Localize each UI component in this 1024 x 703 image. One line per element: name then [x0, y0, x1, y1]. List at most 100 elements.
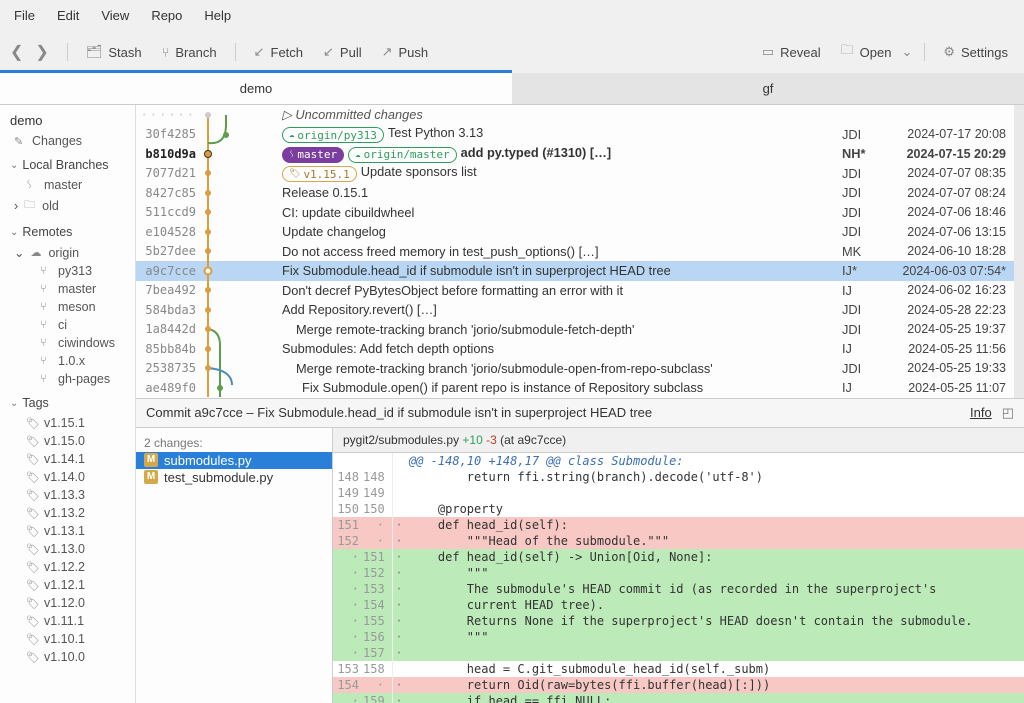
- tag-v1.10.1[interactable]: 🏷v1.10.1: [10, 630, 125, 648]
- remote-branch-10x[interactable]: ⑂1.0.x: [10, 352, 125, 370]
- diff-line: 154·· return Oid(raw=bytes(ffi.buffer(he…: [333, 677, 1024, 693]
- repo-tabs: demo gf: [0, 73, 1024, 105]
- tag-v1.14.0[interactable]: 🏷v1.14.0: [10, 468, 125, 486]
- remote-branch-py313[interactable]: ⑂py313: [10, 262, 125, 280]
- commit-hash: 2538735: [140, 361, 196, 375]
- nav-forward-icon[interactable]: ❯: [35, 42, 48, 62]
- tag-v1.13.2[interactable]: 🏷v1.13.2: [10, 504, 125, 522]
- diff-line: 153158 head = C.git_submodule_head_id(se…: [333, 661, 1024, 677]
- settings-button[interactable]: ⚙Settings: [937, 40, 1014, 64]
- popout-icon[interactable]: ◰: [1002, 405, 1014, 421]
- tag-v1.13.0[interactable]: 🏷v1.13.0: [10, 540, 125, 558]
- nav-back-icon[interactable]: ❮: [10, 42, 23, 62]
- remote-branch-master[interactable]: ⑂master: [10, 280, 125, 298]
- remotes-header[interactable]: ⌄Remotes: [10, 225, 125, 239]
- commit-hash: e104528: [140, 225, 196, 239]
- commit-row[interactable]: 5b27deeDo not access freed memory in tes…: [136, 242, 1014, 262]
- changed-files-list: 2 changes: Msubmodules.pyMtest_submodule…: [136, 428, 333, 703]
- tag-v1.13.1[interactable]: 🏷v1.13.1: [10, 522, 125, 540]
- commit-message: 🏷v1.15.1Update sponsors list: [282, 164, 834, 182]
- file-name: submodules.py: [164, 453, 251, 468]
- commit-row[interactable]: b810d9a ᛊmaster☁origin/masteradd py.typed…: [136, 144, 1014, 164]
- open-chevron-icon[interactable]: ⌄: [901, 44, 912, 60]
- sidebar-changes[interactable]: ✎Changes: [10, 132, 125, 150]
- file-item[interactable]: Mtest_submodule.py: [136, 469, 332, 486]
- tag-v1.15.1[interactable]: 🏷v1.15.1: [10, 414, 125, 432]
- remote-branch-ghpages[interactable]: ⑂gh-pages: [10, 370, 125, 388]
- tag-v1.11.1[interactable]: 🏷v1.11.1: [10, 612, 125, 630]
- commit-list: ······ ▷ Uncommitted changes 30f4285☁ori…: [136, 105, 1024, 398]
- menu-edit[interactable]: Edit: [57, 8, 79, 23]
- commit-row[interactable]: 7077d21🏷v1.15.1Update sponsors listJDI20…: [136, 164, 1014, 184]
- menu-view[interactable]: View: [101, 8, 129, 23]
- tag-v1.12.1[interactable]: 🏷v1.12.1: [10, 576, 125, 594]
- commit-row[interactable]: 511ccd9CI: update cibuildwheelJDI2024-07…: [136, 203, 1014, 223]
- reveal-button[interactable]: ▭Reveal: [756, 40, 827, 64]
- commit-row[interactable]: 584bda3Add Repository.revert() […]JDI202…: [136, 300, 1014, 320]
- file-item[interactable]: Msubmodules.py: [136, 452, 332, 469]
- commit-row[interactable]: 30f4285☁origin/py313Test Python 3.13JDI2…: [136, 125, 1014, 145]
- cloud-icon: ☁: [30, 246, 42, 259]
- info-link[interactable]: Info: [970, 405, 992, 420]
- remote-branch-meson[interactable]: ⑂meson: [10, 298, 125, 316]
- commit-hash: b810d9a: [140, 147, 196, 161]
- divider: [67, 43, 68, 61]
- stash-button[interactable]: 🗂Stash: [80, 40, 148, 64]
- cloud-icon: ☁: [355, 150, 360, 160]
- remote-branch-ciwindows[interactable]: ⑂ciwindows: [10, 334, 125, 352]
- tab-gf[interactable]: gf: [512, 73, 1024, 104]
- menu-help[interactable]: Help: [204, 8, 231, 23]
- tags-header[interactable]: ⌄Tags: [10, 396, 125, 410]
- commit-row[interactable]: 7bea492Don't decref PyBytesObject before…: [136, 281, 1014, 301]
- tag-v1.12.0[interactable]: 🏷v1.12.0: [10, 594, 125, 612]
- commit-author: IJ: [842, 283, 878, 298]
- commit-row[interactable]: 8427c85Release 0.15.1JDI2024-07-07 08:24: [136, 183, 1014, 203]
- tag-v1.15.0[interactable]: 🏷v1.15.0: [10, 432, 125, 450]
- commit-row[interactable]: e104528Update changelogJDI2024-07-06 13:…: [136, 222, 1014, 242]
- commit-author: IJ: [842, 341, 878, 356]
- fetch-button[interactable]: ↙Fetch: [248, 40, 309, 64]
- commit-row[interactable]: 2538735 Merge remote-tracking branch 'jor…: [136, 359, 1014, 379]
- tag-icon: 🏷: [26, 417, 38, 430]
- commit-author: JDI: [842, 185, 878, 200]
- tag-icon: 🏷: [26, 633, 38, 646]
- diff-line: 149149: [333, 485, 1024, 501]
- commit-date: 2024-05-28 22:23: [886, 303, 1006, 317]
- commit-row[interactable]: a9c7cceFix Submodule.head_id if submodul…: [136, 261, 1014, 281]
- remote-origin[interactable]: ⌄☁origin: [10, 243, 125, 262]
- commit-author: JDI: [842, 302, 878, 317]
- open-button[interactable]: 🗀Open: [835, 37, 898, 67]
- push-button[interactable]: ↗Push: [376, 40, 435, 64]
- tab-demo[interactable]: demo: [0, 70, 512, 104]
- commit-author: JDI: [842, 361, 878, 376]
- diff-line: 151·· def head_id(self):: [333, 517, 1024, 533]
- commit-message: Merge remote-tracking branch 'jorio/subm…: [282, 361, 834, 376]
- commit-message: ᛊmaster☁origin/masteradd py.typed (#1310…: [282, 145, 834, 163]
- commit-hash: 511ccd9: [140, 205, 196, 219]
- menu-file[interactable]: File: [14, 8, 35, 23]
- commit-row[interactable]: 85bb84bSubmodules: Add fetch depth optio…: [136, 339, 1014, 359]
- repo-name: demo: [10, 113, 125, 132]
- changes-count: 2 changes:: [136, 434, 332, 452]
- scrollbar[interactable]: [1016, 107, 1022, 217]
- branch-button[interactable]: ⑂Branch: [156, 41, 223, 64]
- remote-branch-ci[interactable]: ⑂ci: [10, 316, 125, 334]
- commit-row[interactable]: ae489f0Fix Submodule.open() if parent re…: [136, 378, 1014, 398]
- tag-v1.14.1[interactable]: 🏷v1.14.1: [10, 450, 125, 468]
- local-branches-header[interactable]: ⌄Local Branches: [10, 158, 125, 172]
- diff-body[interactable]: @@ -148,10 +148,17 @@ class Submodule:14…: [333, 453, 1024, 703]
- commit-author: IJ*: [842, 263, 878, 278]
- commit-date: 2024-05-25 11:56: [886, 342, 1006, 356]
- local-folder-old[interactable]: ›🗀old: [10, 194, 125, 217]
- tag-v1.10.0[interactable]: 🏷v1.10.0: [10, 648, 125, 666]
- local-branch-master[interactable]: ᛊmaster: [10, 176, 125, 194]
- pull-button[interactable]: ↙Pull: [317, 40, 368, 64]
- tag-icon: 🏷: [26, 471, 38, 484]
- commit-row[interactable]: 1a8442dMerge remote-tracking branch 'jor…: [136, 320, 1014, 340]
- tag-v1.12.2[interactable]: 🏷v1.12.2: [10, 558, 125, 576]
- commit-hash: 8427c85: [140, 186, 196, 200]
- menu-repo[interactable]: Repo: [151, 8, 182, 23]
- uncommitted-row[interactable]: ······ ▷ Uncommitted changes: [136, 105, 1014, 125]
- chevron-down-icon: ⌄: [14, 245, 24, 260]
- tag-v1.13.3[interactable]: 🏷v1.13.3: [10, 486, 125, 504]
